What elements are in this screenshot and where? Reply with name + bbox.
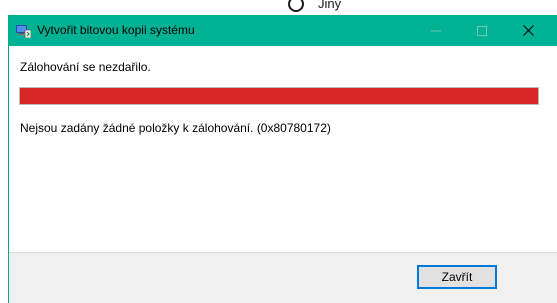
background-radio-option[interactable]: Jiný [288, 0, 341, 16]
progress-bar-fill [20, 88, 538, 104]
dialog-footer: Zavřít [9, 252, 557, 303]
backup-dialog: Vytvořit bitovou kopii systému Zálohován… [8, 15, 557, 303]
close-window-button[interactable] [505, 15, 551, 46]
progress-bar [19, 87, 539, 105]
minimize-button[interactable] [413, 15, 459, 46]
dialog-title: Vytvořit bitovou kopii systému [37, 23, 195, 37]
backup-app-icon [16, 25, 31, 38]
close-icon [522, 25, 534, 36]
radio-label: Jiný [318, 0, 342, 11]
title-bar[interactable]: Vytvořit bitovou kopii systému [9, 15, 557, 46]
minimize-icon [431, 30, 441, 31]
status-heading: Zálohování se nezdařilo. [20, 60, 151, 74]
radio-button-icon[interactable] [288, 0, 304, 12]
maximize-icon [477, 25, 487, 36]
error-message: Nejsou zadány žádné položky k zálohování… [20, 121, 331, 135]
dialog-content: Zálohování se nezdařilo. Nejsou zadány ž… [9, 46, 557, 252]
maximize-button[interactable] [459, 15, 505, 46]
close-button[interactable]: Zavřít [417, 265, 497, 289]
